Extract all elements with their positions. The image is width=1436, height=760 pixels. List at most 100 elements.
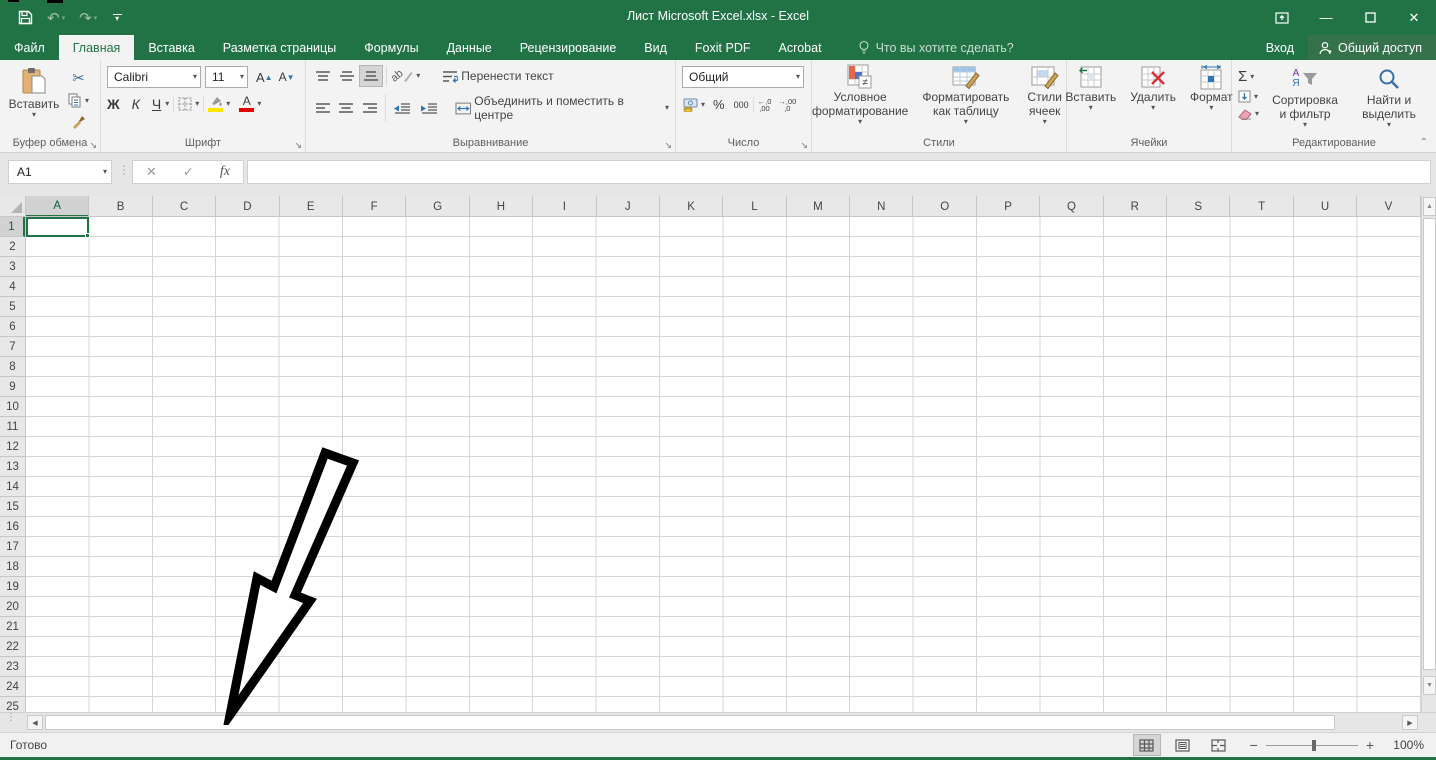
collapse-ribbon-button[interactable]: ⌃ — [1420, 137, 1428, 148]
decrease-decimal-button[interactable]: →,00,0 — [778, 98, 796, 112]
close-button[interactable]: ✕ — [1392, 0, 1436, 35]
column-header-i[interactable]: I — [533, 196, 596, 217]
row-header-13[interactable]: 13 — [0, 457, 25, 477]
font-name-combo[interactable]: Calibri▾ — [107, 66, 201, 88]
vertical-scroll-thumb[interactable] — [1423, 218, 1436, 670]
row-header-7[interactable]: 7 — [0, 337, 25, 357]
comma-style-button[interactable]: 000 — [734, 100, 749, 110]
vertical-scrollbar[interactable]: ▲ ▼ — [1421, 196, 1436, 712]
column-header-s[interactable]: S — [1167, 196, 1230, 217]
row-header-14[interactable]: 14 — [0, 477, 25, 497]
formula-input[interactable] — [247, 160, 1431, 184]
tab-file[interactable]: Файл — [0, 35, 59, 60]
align-bottom-button[interactable] — [360, 66, 382, 86]
tab-view[interactable]: Вид — [630, 35, 681, 60]
fill-handle[interactable] — [85, 233, 90, 238]
format-painter-button[interactable] — [68, 114, 89, 129]
conditional-formatting-button[interactable]: ≠ Условное форматирование ▾ — [812, 64, 908, 134]
save-button[interactable] — [18, 10, 33, 25]
format-dropdown-icon[interactable]: ▾ — [1209, 104, 1213, 112]
format-as-table-button[interactable]: Форматировать как таблицу ▾ — [922, 64, 1009, 134]
copy-button[interactable]: ▾ — [68, 93, 89, 108]
column-header-q[interactable]: Q — [1040, 196, 1103, 217]
row-header-12[interactable]: 12 — [0, 437, 25, 457]
sheet-tab-splitter[interactable]: ⋮ — [6, 716, 15, 720]
sort-filter-button[interactable]: АЯ Сортировка и фильтр ▾ — [1269, 65, 1341, 134]
row-header-23[interactable]: 23 — [0, 657, 25, 677]
column-header-e[interactable]: E — [280, 196, 343, 217]
underline-dropdown-icon[interactable]: ▾ — [165, 100, 169, 108]
scroll-down-button[interactable]: ▼ — [1423, 676, 1436, 695]
font-size-dropdown-icon[interactable]: ▾ — [240, 73, 244, 81]
number-format-dropdown-icon[interactable]: ▾ — [796, 73, 800, 81]
row-header-25[interactable]: 25 — [0, 697, 25, 712]
tab-home[interactable]: Главная — [59, 35, 135, 60]
redo-dropdown-icon[interactable]: ▾ — [94, 14, 98, 22]
merge-center-button[interactable]: Объединить и поместить в центре ▾ — [455, 94, 669, 122]
fill-color-dropdown-icon[interactable]: ▾ — [226, 100, 230, 108]
column-header-o[interactable]: O — [913, 196, 976, 217]
font-color-dropdown-icon[interactable]: ▾ — [257, 100, 261, 108]
row-header-19[interactable]: 19 — [0, 577, 25, 597]
clipboard-dialog-launcher[interactable]: ↘ — [89, 141, 97, 149]
row-header-11[interactable]: 11 — [0, 417, 25, 437]
number-dialog-launcher[interactable]: ↘ — [800, 141, 808, 149]
alignment-dialog-launcher[interactable]: ↘ — [664, 141, 672, 149]
tab-acrobat[interactable]: Acrobat — [764, 35, 835, 60]
cell-styles-dropdown-icon[interactable]: ▾ — [1043, 118, 1047, 126]
decrease-indent-button[interactable] — [390, 98, 414, 118]
selected-cell-a1[interactable] — [26, 217, 89, 237]
wrap-text-button[interactable]: Перенести текст — [442, 69, 553, 83]
column-header-f[interactable]: F — [343, 196, 406, 217]
column-header-k[interactable]: K — [660, 196, 723, 217]
tab-page-layout[interactable]: Разметка страницы — [209, 35, 350, 60]
orientation-button[interactable]: ab — [391, 70, 413, 82]
scroll-right-button[interactable]: ▶ — [1402, 715, 1418, 730]
column-header-v[interactable]: V — [1357, 196, 1420, 217]
scroll-up-button[interactable]: ▲ — [1423, 197, 1436, 216]
percent-style-button[interactable]: % — [713, 97, 725, 112]
sign-in-button[interactable]: Вход — [1252, 35, 1308, 60]
autosum-dropdown-icon[interactable]: ▾ — [1250, 73, 1254, 81]
number-format-combo[interactable]: Общий▾ — [682, 66, 804, 88]
insert-cells-button[interactable]: Вставить ▾ — [1065, 64, 1116, 134]
autosum-button[interactable]: Σ▾ — [1238, 68, 1259, 85]
fill-dropdown-icon[interactable]: ▾ — [1254, 93, 1258, 101]
accounting-dropdown-icon[interactable]: ▾ — [701, 101, 705, 109]
row-header-21[interactable]: 21 — [0, 617, 25, 637]
row-header-18[interactable]: 18 — [0, 557, 25, 577]
zoom-slider-thumb[interactable] — [1312, 740, 1316, 751]
align-left-button[interactable] — [312, 98, 334, 118]
row-header-22[interactable]: 22 — [0, 637, 25, 657]
borders-dropdown-icon[interactable]: ▾ — [195, 100, 199, 108]
column-header-b[interactable]: B — [89, 196, 152, 217]
row-header-17[interactable]: 17 — [0, 537, 25, 557]
page-layout-view-button[interactable] — [1170, 735, 1196, 755]
paste-dropdown-icon[interactable]: ▾ — [32, 111, 36, 119]
bold-button[interactable]: Ж — [107, 96, 120, 112]
tell-me-box[interactable]: Что вы хотите сделать? — [836, 35, 1014, 60]
delete-dropdown-icon[interactable]: ▾ — [1151, 104, 1155, 112]
fill-color-button[interactable] — [208, 96, 223, 112]
delete-cells-button[interactable]: Удалить ▾ — [1130, 64, 1176, 134]
zoom-out-button[interactable]: − — [1250, 737, 1258, 753]
merge-dropdown-icon[interactable]: ▾ — [665, 104, 669, 112]
shrink-font-button[interactable]: А▼ — [279, 70, 295, 84]
increase-decimal-button[interactable]: ←,0,00 — [758, 98, 772, 112]
row-header-2[interactable]: 2 — [0, 237, 25, 257]
column-header-t[interactable]: T — [1230, 196, 1293, 217]
insert-function-button[interactable]: fx — [220, 164, 230, 180]
row-header-1[interactable]: 1 — [0, 217, 25, 237]
clear-dropdown-icon[interactable]: ▾ — [1255, 110, 1259, 118]
column-header-u[interactable]: U — [1294, 196, 1357, 217]
borders-button[interactable] — [178, 97, 192, 111]
zoom-in-button[interactable]: + — [1366, 737, 1374, 753]
format-as-table-dropdown-icon[interactable]: ▾ — [964, 118, 968, 126]
horizontal-scroll-thumb[interactable] — [45, 715, 1335, 730]
row-header-6[interactable]: 6 — [0, 317, 25, 337]
row-header-20[interactable]: 20 — [0, 597, 25, 617]
column-header-p[interactable]: P — [977, 196, 1040, 217]
name-box-dropdown-icon[interactable]: ▾ — [103, 168, 107, 176]
zoom-slider[interactable] — [1266, 745, 1358, 746]
tab-insert[interactable]: Вставка — [134, 35, 208, 60]
